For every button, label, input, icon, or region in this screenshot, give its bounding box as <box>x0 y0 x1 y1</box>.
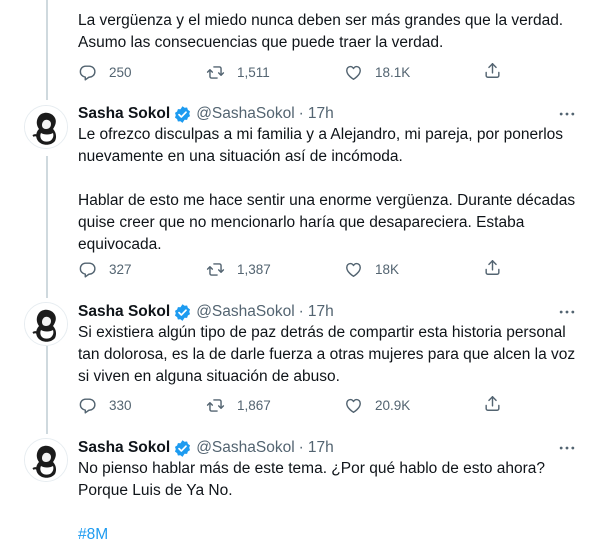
tweet-text: No pienso hablar más de este tema. ¿Por … <box>78 458 578 539</box>
tweet-paragraph: No pienso hablar más de este tema. ¿Por … <box>78 460 546 499</box>
tweet-text: Si existiera algún tipo de paz detrás de… <box>78 322 578 388</box>
share-button[interactable] <box>483 61 502 80</box>
tweet-header: Sasha Sokol @SashaSokol · 17h <box>78 302 334 322</box>
more-options-button[interactable] <box>556 104 578 124</box>
verified-badge-icon <box>173 105 192 124</box>
tweet-actions: 327 1,387 18K <box>78 258 508 280</box>
heart-icon <box>344 63 363 82</box>
timestamp[interactable]: 17h <box>308 105 334 123</box>
author-handle[interactable]: @SashaSokol <box>196 439 294 457</box>
share-icon <box>483 394 502 413</box>
avatar-image <box>25 439 68 482</box>
tweet-header: Sasha Sokol @SashaSokol · 17h <box>78 438 334 458</box>
heart-icon <box>344 396 363 415</box>
tweet-text: La vergüenza y el miedo nunca deben ser … <box>78 10 578 54</box>
heart-icon <box>344 260 363 279</box>
avatar[interactable] <box>24 438 68 482</box>
reply-count: 327 <box>109 261 132 277</box>
retweet-button[interactable]: 1,387 <box>206 258 271 280</box>
more-options-icon <box>557 438 577 458</box>
retweet-button[interactable]: 1,867 <box>206 394 271 416</box>
avatar[interactable] <box>24 105 68 149</box>
reply-button[interactable]: 330 <box>78 394 132 416</box>
more-options-icon <box>557 104 577 124</box>
hashtag-link[interactable]: #8M <box>78 526 108 539</box>
more-options-icon <box>557 302 577 322</box>
separator-dot: · <box>298 105 304 122</box>
author-name[interactable]: Sasha Sokol <box>78 105 170 123</box>
share-button[interactable] <box>483 258 502 277</box>
author-name[interactable]: Sasha Sokol <box>78 303 170 321</box>
tweet-header: Sasha Sokol @SashaSokol · 17h <box>78 104 334 124</box>
like-count: 20.9K <box>375 397 411 413</box>
retweet-icon <box>206 63 225 82</box>
retweet-icon <box>206 260 225 279</box>
tweet[interactable]: Sasha Sokol @SashaSokol · 17h No pienso … <box>0 434 602 539</box>
like-button[interactable]: 20.9K <box>344 394 410 416</box>
retweet-count: 1,511 <box>237 64 270 80</box>
verified-badge-icon <box>173 439 192 458</box>
retweet-icon <box>206 396 225 415</box>
tweet-paragraph: Si existiera algún tipo de paz detrás de… <box>78 324 576 385</box>
retweet-count: 1,867 <box>237 397 271 413</box>
verified-badge-icon <box>173 303 192 322</box>
retweet-count: 1,387 <box>237 261 271 277</box>
tweet-paragraph: Hablar de esto me hace sentir una enorme… <box>78 192 576 253</box>
reply-icon <box>78 63 97 82</box>
tweet-paragraph: Le ofrezco disculpas a mi familia y a Al… <box>78 126 564 165</box>
more-options-button[interactable] <box>556 438 578 458</box>
avatar-image <box>25 106 68 149</box>
tweet[interactable]: Sasha Sokol @SashaSokol · 17h Le ofrezco… <box>0 100 602 295</box>
timestamp[interactable]: 17h <box>308 303 334 321</box>
tweet-text-line: La vergüenza y el miedo nunca deben ser … <box>78 12 564 29</box>
share-icon <box>483 258 502 277</box>
author-name[interactable]: Sasha Sokol <box>78 439 170 457</box>
like-button[interactable]: 18.1K <box>344 61 410 83</box>
tweet-text: Le ofrezco disculpas a mi familia y a Al… <box>78 124 578 256</box>
author-handle[interactable]: @SashaSokol <box>196 303 294 321</box>
tweet-actions: 330 1,867 20.9K <box>78 394 508 416</box>
author-handle[interactable]: @SashaSokol <box>196 105 294 123</box>
avatar-image <box>25 303 68 346</box>
thread-line <box>46 0 48 100</box>
like-count: 18K <box>375 261 400 277</box>
reply-icon <box>78 260 97 279</box>
reply-button[interactable]: 327 <box>78 258 132 280</box>
like-button[interactable]: 18K <box>344 258 399 280</box>
reply-button[interactable]: 250 <box>78 61 132 83</box>
retweet-button[interactable]: 1,511 <box>206 61 270 83</box>
share-icon <box>483 61 502 80</box>
like-count: 18.1K <box>375 64 411 80</box>
separator-dot: · <box>298 439 304 456</box>
reply-icon <box>78 396 97 415</box>
reply-count: 330 <box>109 397 132 413</box>
timeline: La vergüenza y el miedo nunca deben ser … <box>0 0 602 539</box>
separator-dot: · <box>298 303 304 320</box>
tweet[interactable]: Sasha Sokol @SashaSokol · 17h Si existie… <box>0 298 602 428</box>
timestamp[interactable]: 17h <box>308 439 334 457</box>
reply-count: 250 <box>109 64 132 80</box>
more-options-button[interactable] <box>556 302 578 322</box>
avatar[interactable] <box>24 302 68 346</box>
share-button[interactable] <box>483 394 502 413</box>
tweet-text-line: Asumo las consecuencias que puede traer … <box>78 34 444 51</box>
tweet-actions: 250 1,511 18.1K <box>78 61 508 83</box>
